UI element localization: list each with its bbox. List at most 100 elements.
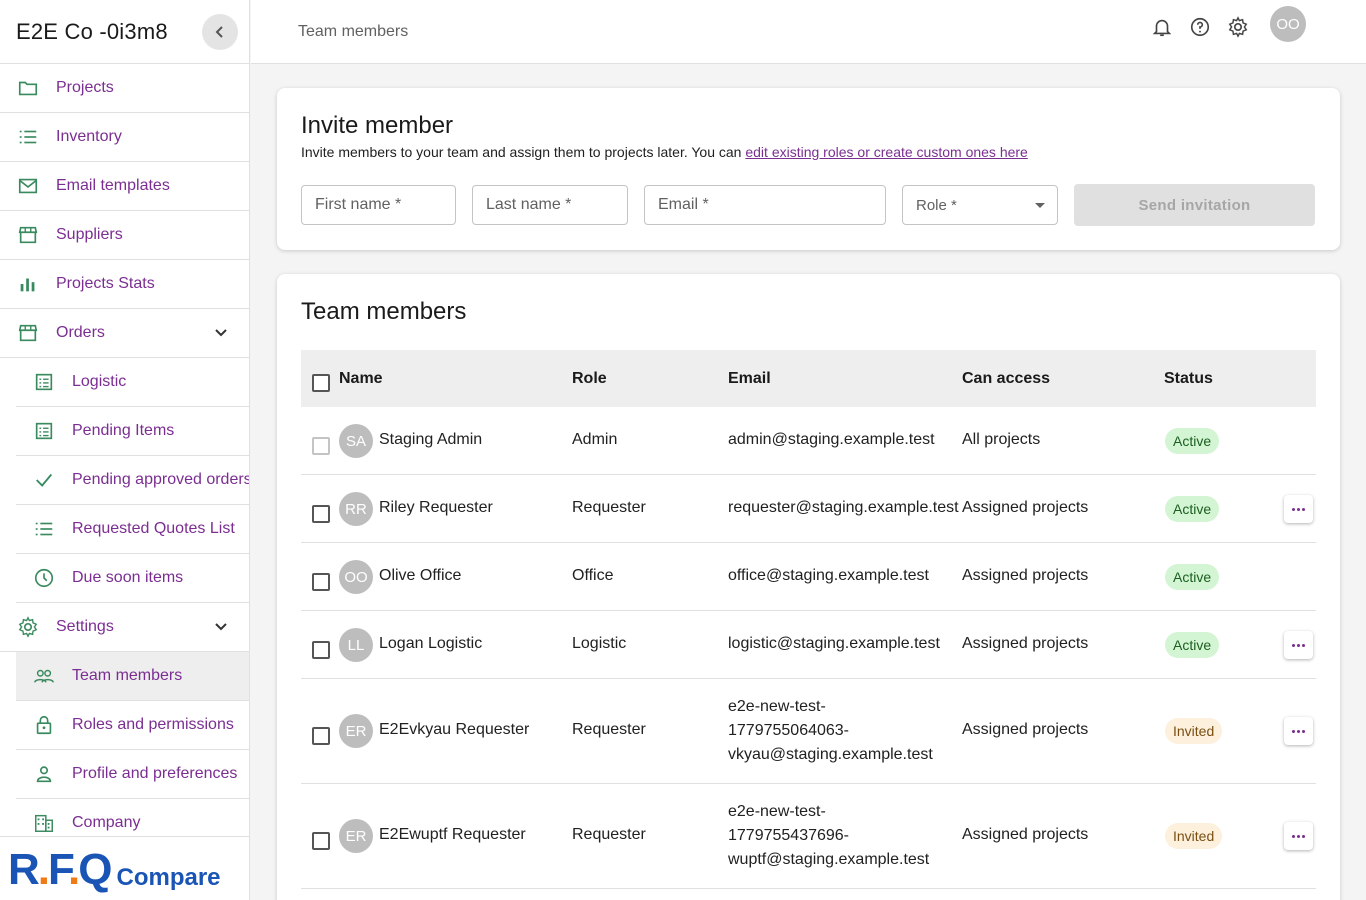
more-dot-icon <box>1297 643 1300 647</box>
document-list-icon <box>32 370 56 394</box>
sidebar-item-label: Company <box>72 814 141 831</box>
status-badge: Active <box>1165 564 1220 590</box>
sidebar-item-label: Orders <box>56 324 105 341</box>
sidebar-item-projects-stats[interactable]: Projects Stats <box>0 260 249 309</box>
sidebar-item-roles-and-permissions[interactable]: Roles and permissions <box>16 701 249 750</box>
status-badge: Active <box>1165 632 1220 658</box>
gear-icon[interactable] <box>1226 15 1250 39</box>
email-line: 1779755437696- <box>728 827 850 844</box>
mail-icon <box>16 174 40 198</box>
select-all-checkbox[interactable] <box>312 374 330 392</box>
store-icon <box>16 223 40 247</box>
sidebar-item-profile-and-preferences[interactable]: Profile and preferences <box>16 750 249 799</box>
row-checkbox[interactable] <box>312 727 330 745</box>
chevron-down-icon[interactable] <box>211 617 231 637</box>
member-role: Office <box>572 567 614 584</box>
table-row: ER E2Ewuptf Requester Requester e2e-new-… <box>301 784 1316 889</box>
row-checkbox[interactable] <box>312 641 330 659</box>
sidebar-item-label: Logistic <box>72 373 127 390</box>
avatar: ER <box>339 714 373 748</box>
sidebar-item-label: Projects Stats <box>56 275 155 292</box>
sidebar-item-label: Settings <box>56 618 114 635</box>
sidebar-item-settings[interactable]: Settings <box>0 603 249 652</box>
status-badge: Active <box>1165 496 1220 522</box>
lock-icon <box>32 713 56 737</box>
user-avatar[interactable]: OO <box>1270 6 1306 42</box>
chevron-down-icon[interactable] <box>211 323 231 343</box>
dropdown-arrow-icon <box>1035 203 1045 208</box>
last-name-input[interactable]: Last name * <box>472 185 628 225</box>
more-dot-icon <box>1302 643 1305 647</box>
member-access: Assigned projects <box>962 721 1089 738</box>
sidebar-item-label: Projects <box>56 79 114 96</box>
email-line: e2e-new-test- <box>728 803 826 820</box>
column-header-name: Name <box>339 369 383 387</box>
sidebar-item-requested-quotes-list[interactable]: Requested Quotes List <box>16 505 249 554</box>
sidebar-item-projects[interactable]: Projects <box>0 64 249 113</box>
more-dot-icon <box>1292 643 1295 647</box>
document-list-icon <box>32 419 56 443</box>
sidebar-item-label: Requested Quotes List <box>72 520 235 537</box>
member-name: Riley Requester <box>379 499 493 516</box>
row-actions-button[interactable] <box>1284 822 1313 850</box>
member-name: E2Evkyau Requester <box>379 721 530 738</box>
status-badge: Invited <box>1165 823 1223 849</box>
more-dot-icon <box>1302 729 1305 733</box>
table-row: OO Olive Office Office office@staging.ex… <box>301 543 1316 611</box>
gear-icon <box>16 615 40 639</box>
email-input[interactable]: Email * <box>644 185 886 225</box>
row-actions-button[interactable] <box>1284 717 1313 745</box>
table-row: SA Staging Admin Admin admin@staging.exa… <box>301 407 1316 475</box>
role-select[interactable]: Role * <box>902 185 1058 225</box>
member-access: Assigned projects <box>962 635 1089 652</box>
more-dot-icon <box>1302 834 1305 838</box>
email-line: wuptf@staging.example.test <box>728 851 930 868</box>
member-access: Assigned projects <box>962 567 1089 584</box>
sidebar-item-label: Email templates <box>56 177 170 194</box>
sidebar-item-due-soon-items[interactable]: Due soon items <box>16 554 249 603</box>
edit-roles-link[interactable]: edit existing roles or create custom one… <box>745 144 1027 160</box>
row-checkbox[interactable] <box>312 573 330 591</box>
sidebar-item-pending-items[interactable]: Pending Items <box>16 407 249 456</box>
sidebar-item-logistic[interactable]: Logistic <box>16 358 249 407</box>
table-header: Name Role Email Can access Status <box>301 350 1316 407</box>
building-icon <box>32 811 56 835</box>
send-invitation-button[interactable]: Send invitation <box>1074 184 1315 226</box>
avatar: LL <box>339 628 373 662</box>
more-dot-icon <box>1292 729 1295 733</box>
member-name: Staging Admin <box>379 431 483 448</box>
first-name-input[interactable]: First name * <box>301 185 456 225</box>
clock-icon <box>32 566 56 590</box>
member-name: Olive Office <box>379 567 462 584</box>
invite-form: First name * Last name * Email * Role * … <box>301 184 1315 226</box>
member-access: All projects <box>962 431 1041 448</box>
sidebar-item-team-members[interactable]: Team members <box>16 652 249 701</box>
company-title: E2E Co -0i3m8 <box>16 18 168 44</box>
check-icon <box>32 468 56 492</box>
sidebar-item-inventory[interactable]: Inventory <box>0 113 249 162</box>
team-title: Team members <box>301 298 467 325</box>
member-email: e2e-new-test- 1779755437696- wuptf@staging… <box>728 800 929 872</box>
more-dot-icon <box>1292 507 1295 511</box>
more-dot-icon <box>1297 507 1300 511</box>
sidebar-item-label: Inventory <box>56 128 122 145</box>
row-actions-button[interactable] <box>1284 495 1313 523</box>
sidebar-item-email-templates[interactable]: Email templates <box>0 162 249 211</box>
collapse-sidebar-button[interactable] <box>202 13 238 50</box>
team-members-card: Team members Name Role Email Can access … <box>277 274 1340 900</box>
member-role: Logistic <box>572 635 627 652</box>
sidebar-item-suppliers[interactable]: Suppliers <box>0 211 249 260</box>
more-dot-icon <box>1297 729 1300 733</box>
row-checkbox[interactable] <box>312 505 330 523</box>
member-access: Assigned projects <box>962 826 1089 843</box>
help-icon[interactable] <box>1188 15 1212 39</box>
logo-sub: Compare <box>116 864 221 891</box>
row-checkbox[interactable] <box>312 832 330 850</box>
bell-icon[interactable] <box>1150 15 1174 39</box>
sidebar-item-pending-approved-orders[interactable]: Pending approved orders <box>16 456 249 505</box>
chevron-left-icon <box>215 25 223 38</box>
sidebar-item-label: Pending Items <box>72 422 175 439</box>
row-actions-button[interactable] <box>1284 631 1313 659</box>
sidebar-item-orders[interactable]: Orders <box>0 309 249 358</box>
invite-description-text: Invite members to your team and assign t… <box>301 144 746 160</box>
